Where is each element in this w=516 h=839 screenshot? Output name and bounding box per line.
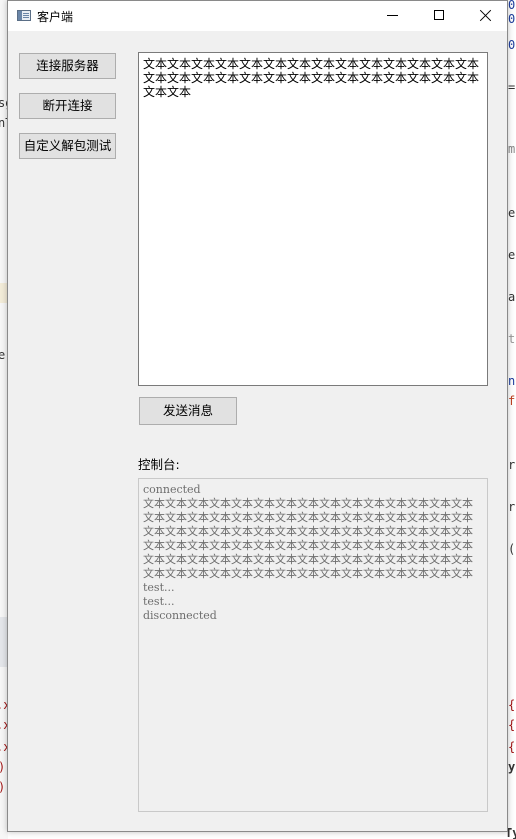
background-code-fragment: Ty xyxy=(507,826,516,839)
send-message-button[interactable]: 发送消息 xyxy=(139,397,237,425)
maximize-icon xyxy=(434,10,444,20)
background-code-fragment: a xyxy=(508,290,516,304)
background-code-fragment: e xyxy=(0,348,6,362)
background-code-fragment: { xyxy=(508,740,516,754)
background-code-fragment: e xyxy=(508,206,516,220)
minimize-icon xyxy=(387,15,398,16)
console-line: disconnected xyxy=(143,609,217,622)
background-code-fragment: ) xyxy=(0,760,5,774)
background-code-fragment: 0 xyxy=(508,38,516,52)
background-code-fragment: 0 xyxy=(508,0,516,12)
console-line: connected xyxy=(143,483,201,496)
window-app-icon xyxy=(17,10,31,21)
console-line: 文本文本文本文本文本文本文本文本文本文本文本文本文本文本文本文本文本文本文本文本… xyxy=(143,525,473,552)
title-bar[interactable]: 客户端 xyxy=(8,1,507,31)
console-line: 文本文本文本文本文本文本文本文本文本文本文本文本文本文本文本文本文本文本文本文本… xyxy=(143,553,473,580)
minimize-button[interactable] xyxy=(370,1,416,31)
background-code-fragment: { xyxy=(508,698,516,712)
background-code-fragment: t xyxy=(508,332,516,346)
console-line: test... xyxy=(143,581,175,594)
background-code-fragment: ( xyxy=(508,542,516,556)
custom-unpack-test-button[interactable]: 自定义解包测试 xyxy=(19,133,116,159)
console-line: 文本文本文本文本文本文本文本文本文本文本文本文本文本文本文本文本文本文本文本文本… xyxy=(143,497,473,524)
background-code-fragment: f xyxy=(508,394,516,408)
background-code-fragment: e xyxy=(508,248,516,262)
background-code-fragment: y xyxy=(508,760,516,774)
close-button[interactable] xyxy=(462,1,508,31)
background-code-fragment: { xyxy=(508,718,516,732)
maximize-button[interactable] xyxy=(416,1,462,31)
background-code-fragment: r xyxy=(508,500,516,514)
background-editor-right: 0 0 0 = m e e a t n f r r ( { { { y Ty xyxy=(507,0,516,839)
window-title: 客户端 xyxy=(37,10,74,24)
console-output[interactable]: connected 文本文本文本文本文本文本文本文本文本文本文本文本文本文本文本… xyxy=(138,478,488,812)
disconnect-button[interactable]: 断开连接 xyxy=(19,93,116,119)
connect-server-button[interactable]: 连接服务器 xyxy=(19,53,116,79)
console-label: 控制台: xyxy=(138,457,180,472)
background-code-fragment: 0 xyxy=(508,12,516,26)
background-code-fragment: n xyxy=(508,374,516,388)
background-code-fragment: = xyxy=(508,80,516,94)
client-window: 客户端 连接服务器 断开连接 自定义解包测试 文本文本文本文本文本文本文本文本文… xyxy=(7,0,508,832)
close-icon xyxy=(479,9,492,22)
console-line: test... xyxy=(143,595,175,608)
background-code-fragment: r xyxy=(508,458,516,472)
background-code-fragment: ) xyxy=(0,780,5,794)
message-input[interactable]: 文本文本文本文本文本文本文本文本文本文本文本文本文本文本文本文本文本文本文本文本… xyxy=(138,52,488,386)
background-code-fragment: m xyxy=(508,142,516,156)
